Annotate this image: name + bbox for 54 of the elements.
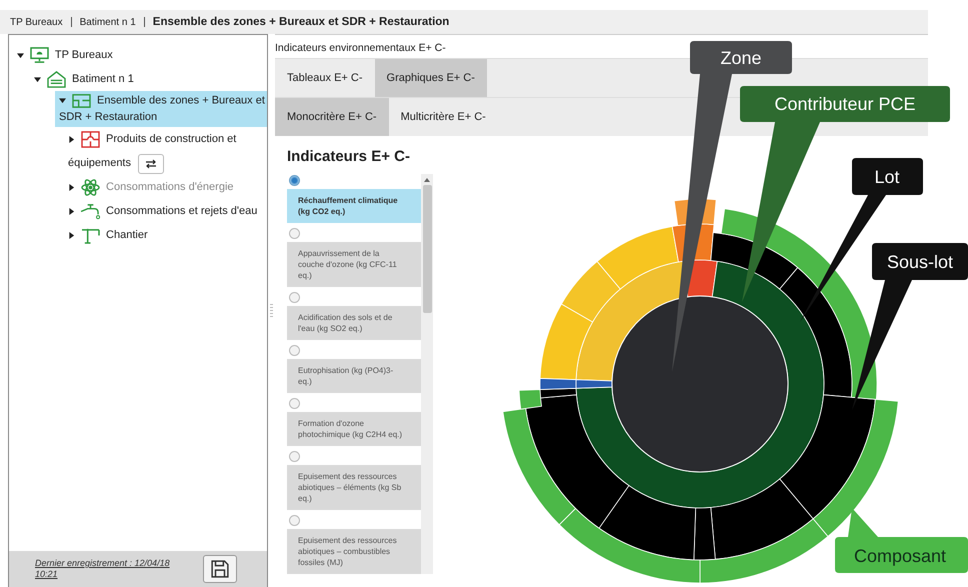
breadcrumb-item[interactable]: Ensemble des zones + Bureaux et SDR + Restauration [152,16,450,28]
indicator-option[interactable]: Acidification des sols et de l'eau (kg SO2 eq.) [287,306,421,340]
indicator-option[interactable]: Appauvrissement de la couche d'ozone (kg CFC-11 eq.) [287,242,421,287]
atom-icon [80,179,101,196]
scroll-up-icon[interactable] [423,177,431,183]
radio-button[interactable] [289,345,300,356]
indicator-option[interactable]: Réchauffement climatique (kg CO2 eq.) [287,189,421,223]
tree-item[interactable]: Consommations et rejets d'eau [9,199,265,224]
monitor-icon [29,46,50,64]
swap-icon [145,158,158,168]
breadcrumb-item[interactable]: TP Bureaux [10,16,63,28]
caret-icon[interactable] [34,76,41,83]
callout-label: Lot [874,167,900,187]
section-heading: Indicateurs E+ C- [286,147,411,167]
tab[interactable]: Graphiques E+ C- [374,59,487,97]
radio-button[interactable] [289,175,300,186]
swap-button[interactable] [138,154,164,174]
tree-item[interactable]: Ensemble des zones + Bureaux et SDR + Restauration [55,91,267,128]
radio-button[interactable] [289,292,300,303]
callout-label: Zone [720,48,762,68]
callout-label: Sous-lot [886,252,954,272]
indicator-option[interactable]: Epuisement des ressources abiotiques – éléments (kg Sb eq.) [287,465,421,510]
radio-button[interactable] [289,228,300,239]
indicator-option[interactable]: Epuisement des ressources abiotiques – combustibles fossiles (MJ) [287,529,421,574]
house-icon [46,70,67,88]
callout-label: Composant [854,546,946,566]
caret-icon[interactable] [68,136,75,143]
save-button[interactable] [203,555,237,583]
indicator-option[interactable]: Eutrophisation (kg (PO4)3- eq.) [287,359,421,393]
last-save-link[interactable]: Dernier enregistrement : 12/04/18 10:21 [35,558,175,580]
faucet-icon [80,203,101,220]
radio-button[interactable] [289,515,300,526]
breadcrumb-item[interactable]: Batiment n 1 [80,16,136,28]
radio-button[interactable] [289,398,300,409]
scrollbar-thumb[interactable] [422,185,432,313]
breadcrumb-separator [144,17,145,27]
tree-item[interactable]: TP Bureaux [9,43,265,67]
floor-plan-icon [71,92,92,109]
tab[interactable]: Monocritère E+ C- [275,98,389,136]
caret-icon[interactable] [59,97,66,104]
callout-label: Contributeur PCE [774,94,916,114]
breadcrumb-separator [70,17,72,27]
caret-icon[interactable] [17,52,24,59]
tree-item[interactable]: Produits de construction et équipements [9,127,265,176]
puzzle-icon [80,131,101,148]
radio-button[interactable] [289,451,300,462]
caret-icon[interactable] [68,232,75,239]
tree-item[interactable]: Batiment n 1 [9,67,265,91]
caret-icon[interactable] [68,208,75,215]
grip-icon [270,304,273,318]
crane-icon [80,227,101,244]
scrollbar[interactable] [421,174,433,574]
tree-item[interactable]: Chantier [9,223,265,248]
indicator-option[interactable]: Formation d'ozone photochimique (kg C2H4 eq.) [287,412,421,446]
